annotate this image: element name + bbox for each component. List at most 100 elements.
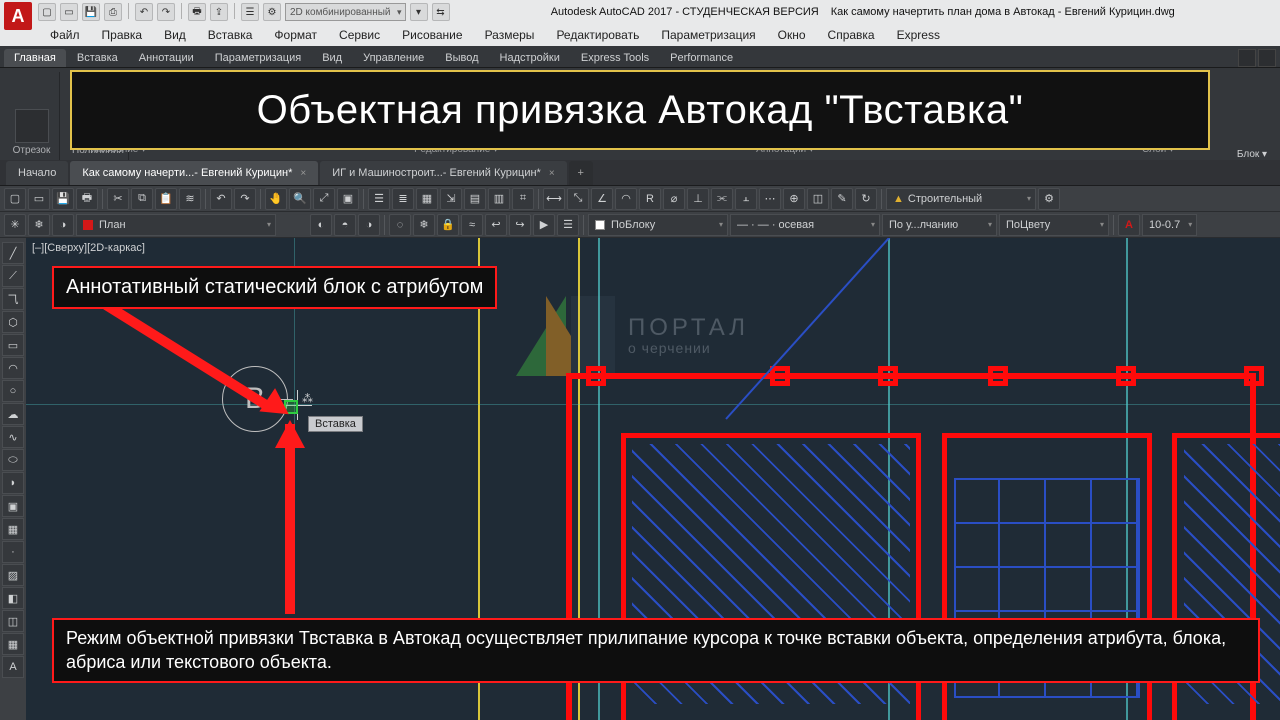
- layer-state-icon[interactable]: ✳: [4, 214, 26, 236]
- dim-linear-icon[interactable]: ⟷: [543, 188, 565, 210]
- qat-redo-icon[interactable]: ↷: [157, 3, 175, 21]
- doctab-add[interactable]: +: [569, 161, 593, 185]
- ribbon-min-icon[interactable]: [1238, 49, 1256, 67]
- app-logo[interactable]: A: [4, 2, 32, 30]
- point-tool-icon[interactable]: ·: [2, 541, 24, 563]
- menu-dims[interactable]: Размеры: [475, 26, 545, 44]
- tb-new-icon[interactable]: ▢: [4, 188, 26, 210]
- menu-modify[interactable]: Редактировать: [546, 26, 649, 44]
- doctab-current[interactable]: Как самому начерти...- Евгений Курицин*×: [70, 161, 318, 185]
- layermatch-icon[interactable]: ≈: [461, 214, 483, 236]
- tab-output[interactable]: Вывод: [435, 49, 488, 67]
- tb-dc-icon[interactable]: ▤: [464, 188, 486, 210]
- menu-insert[interactable]: Вставка: [198, 26, 263, 44]
- menu-edit[interactable]: Правка: [92, 26, 153, 44]
- tab-view[interactable]: Вид: [312, 49, 352, 67]
- dim-chain-icon[interactable]: ⫘: [711, 188, 733, 210]
- tb-plot-icon[interactable]: 🖶: [76, 188, 98, 210]
- layerwalk-icon[interactable]: ▶: [533, 214, 555, 236]
- dim-base-icon[interactable]: ⫠: [735, 188, 757, 210]
- polygon-tool-icon[interactable]: ⬡: [2, 311, 24, 333]
- ellipsearc-tool-icon[interactable]: ◗: [2, 472, 24, 494]
- tab-parametric[interactable]: Параметризация: [205, 49, 311, 67]
- tb-xref-icon[interactable]: ⇲: [440, 188, 462, 210]
- ellipse-tool-icon[interactable]: ⬭: [2, 449, 24, 471]
- qat-plot-icon[interactable]: 🖶: [188, 3, 206, 21]
- layerlock-icon[interactable]: 🔒: [437, 214, 459, 236]
- close-icon[interactable]: ×: [549, 168, 555, 179]
- tab-manage[interactable]: Управление: [353, 49, 434, 67]
- dim-radius-icon[interactable]: R: [639, 188, 661, 210]
- lineweight-selector[interactable]: По у...лчанию: [882, 214, 997, 236]
- drawing-canvas[interactable]: [–][Сверху][2D-каркас] ПОРТАЛ о черчении: [26, 238, 1280, 720]
- tb-zoomwin-icon[interactable]: ▣: [337, 188, 359, 210]
- layernext-icon[interactable]: ↪: [509, 214, 531, 236]
- tb-blocks-icon[interactable]: ▦: [416, 188, 438, 210]
- qat-more-icon[interactable]: ▾: [410, 3, 428, 21]
- dimstyle-manage-icon[interactable]: ⚙: [1038, 188, 1060, 210]
- menu-format[interactable]: Формат: [264, 26, 327, 44]
- dim-tol-icon[interactable]: ◫: [807, 188, 829, 210]
- dim-cen-icon[interactable]: ⊕: [783, 188, 805, 210]
- xline-tool-icon[interactable]: ⟋: [2, 265, 24, 287]
- layerfrz-icon[interactable]: ❄: [413, 214, 435, 236]
- tb-cut-icon[interactable]: ✂: [107, 188, 129, 210]
- menu-help[interactable]: Справка: [818, 26, 885, 44]
- circle-tool-icon[interactable]: ○: [2, 380, 24, 402]
- tb-calc-icon[interactable]: ⌗: [512, 188, 534, 210]
- workspace-selector[interactable]: 2D комбинированный: [285, 3, 406, 21]
- layer-selector[interactable]: План: [76, 214, 276, 236]
- qat-saveas-icon[interactable]: ⎙: [104, 3, 122, 21]
- tb-copy-icon[interactable]: ⧉: [131, 188, 153, 210]
- tab-home[interactable]: Главная: [4, 49, 66, 67]
- block-tool-icon[interactable]: ▦: [2, 518, 24, 540]
- tb-save-icon[interactable]: 💾: [52, 188, 74, 210]
- dim-diameter-icon[interactable]: ⌀: [663, 188, 685, 210]
- plotcolor-selector[interactable]: ПоЦвету: [999, 214, 1109, 236]
- doctab-start[interactable]: Начало: [6, 161, 68, 185]
- tb-props-icon[interactable]: ☰: [368, 188, 390, 210]
- qat-new-icon[interactable]: ▢: [38, 3, 56, 21]
- qat-undo-icon[interactable]: ↶: [135, 3, 153, 21]
- insert-tool-icon[interactable]: ▣: [2, 495, 24, 517]
- qat-gear-icon[interactable]: ⚙: [263, 3, 281, 21]
- mtext-tool-icon[interactable]: A: [2, 656, 24, 678]
- tb-tp-icon[interactable]: ▥: [488, 188, 510, 210]
- textsize-selector[interactable]: 10-0.7: [1142, 214, 1197, 236]
- menu-param[interactable]: Параметризация: [651, 26, 765, 44]
- tb-match-icon[interactable]: ≋: [179, 188, 201, 210]
- layermgr-icon[interactable]: ☰: [557, 214, 579, 236]
- iso-right-icon[interactable]: ◑: [358, 214, 380, 236]
- qat-props-icon[interactable]: ☰: [241, 3, 259, 21]
- table-tool-icon[interactable]: ▦: [2, 633, 24, 655]
- spline-tool-icon[interactable]: ∿: [2, 426, 24, 448]
- dim-aligned-icon[interactable]: ⤡: [567, 188, 589, 210]
- line-icon[interactable]: [15, 109, 49, 143]
- hatch-tool-icon[interactable]: ▨: [2, 564, 24, 586]
- tb-zoomext-icon[interactable]: ⤢: [313, 188, 335, 210]
- revcloud-tool-icon[interactable]: ☁: [2, 403, 24, 425]
- layeroff-icon[interactable]: ◌: [389, 214, 411, 236]
- iso-top-icon[interactable]: ◓: [334, 214, 356, 236]
- linetype-selector[interactable]: — · — · осевая: [730, 214, 880, 236]
- rect-tool-icon[interactable]: ▭: [2, 334, 24, 356]
- iso-left-icon[interactable]: ◐: [310, 214, 332, 236]
- textstyle-icon[interactable]: A: [1118, 214, 1140, 236]
- tab-performance[interactable]: Performance: [660, 49, 743, 67]
- menu-express[interactable]: Express: [887, 26, 950, 44]
- dimstyle-selector[interactable]: ▲ Строительный: [886, 188, 1036, 210]
- tb-open-icon[interactable]: ▭: [28, 188, 50, 210]
- layerprev-icon[interactable]: ↩: [485, 214, 507, 236]
- menu-file[interactable]: Файл: [40, 26, 90, 44]
- layer-freeze-icon[interactable]: ❄: [28, 214, 50, 236]
- dim-arc-icon[interactable]: ◠: [615, 188, 637, 210]
- qat-share-icon[interactable]: ⇆: [432, 3, 450, 21]
- gradient-tool-icon[interactable]: ◧: [2, 587, 24, 609]
- color-bylayer-selector[interactable]: ПоБлоку: [588, 214, 728, 236]
- qat-pub-icon[interactable]: ⇪: [210, 3, 228, 21]
- tab-express[interactable]: Express Tools: [571, 49, 659, 67]
- tb-zoom-icon[interactable]: 🔍: [289, 188, 311, 210]
- dim-upd-icon[interactable]: ↻: [855, 188, 877, 210]
- dim-edit-icon[interactable]: ✎: [831, 188, 853, 210]
- layer-iso-icon[interactable]: ◑: [52, 214, 74, 236]
